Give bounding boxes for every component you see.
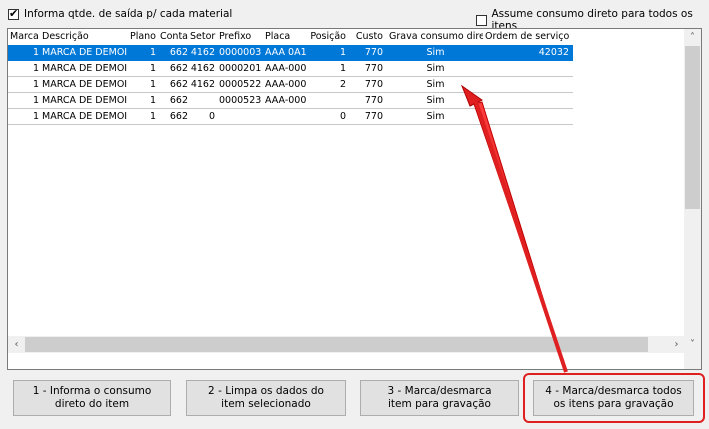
cell-posicao: 1 xyxy=(339,63,346,74)
checkbox-box[interactable]: ✔ xyxy=(8,6,19,20)
cell-conta: 662 xyxy=(169,47,188,58)
cell-plano: 1 xyxy=(149,111,156,122)
cell-ordem-servico xyxy=(484,77,570,93)
cell-posicao xyxy=(307,93,347,109)
cell-plano: 1 xyxy=(149,63,156,74)
cell-plano: 1 xyxy=(149,47,156,58)
cell-grava-consumo: Sim xyxy=(426,111,445,122)
cell-setor: 0 xyxy=(208,111,215,122)
checkbox-box[interactable] xyxy=(476,14,487,26)
cell-posicao: 2 xyxy=(339,79,346,90)
cell-custo: 770 xyxy=(364,95,383,106)
cell-marca: 1 xyxy=(32,63,39,74)
button-label-line1: 1 - Informa o consumo xyxy=(32,385,152,397)
cell-setor: 4162 xyxy=(190,63,215,74)
informa-qtde-label: Informa qtde. de saída p/ cada material xyxy=(24,8,233,20)
cell-custo: 770 xyxy=(364,79,383,90)
cell-marca: 1 xyxy=(32,47,39,58)
cell-custo: 770 xyxy=(364,63,383,74)
cell-conta: 662 xyxy=(169,63,188,74)
cell-custo: 770 xyxy=(364,111,383,122)
col-header-conta[interactable]: Conta xyxy=(158,29,189,45)
cell-custo: 770 xyxy=(364,47,383,58)
horizontal-scrollbar[interactable]: ‹ › xyxy=(8,336,685,353)
col-header-descricao[interactable]: Descrição xyxy=(41,29,127,45)
table-row[interactable]: 1MARCA DE DEMOI166241620000003AAA 0A1017… xyxy=(8,45,573,61)
button-label-line2: direto do item xyxy=(54,398,130,410)
informa-qtde-checkbox[interactable]: ✔ Informa qtde. de saída p/ cada materia… xyxy=(8,6,233,20)
grid-header-row: Marca Descrição Plano Conta Setor Prefix… xyxy=(8,29,573,45)
button-label-line1: 2 - Limpa os dados do xyxy=(208,385,324,397)
cell-ordem-servico: 42032 xyxy=(538,47,569,58)
cell-plano: 1 xyxy=(149,95,156,106)
cell-ordem-servico xyxy=(484,109,570,125)
cell-marca: 1 xyxy=(32,111,39,122)
chevron-down-icon[interactable]: ˅ xyxy=(684,336,701,353)
cell-conta: 662 xyxy=(169,79,188,90)
cell-placa: AAA 0A10 xyxy=(265,47,307,58)
table-row[interactable]: 1MARCA DE DEMOI166241620000201AAA-000217… xyxy=(8,61,573,77)
cell-setor: 4162 xyxy=(190,47,215,58)
cell-prefixo xyxy=(218,109,263,125)
col-header-prefixo[interactable]: Prefixo xyxy=(218,29,263,45)
cell-marca: 1 xyxy=(32,95,39,106)
table-row[interactable]: 1 MARCA DE DEMOI 1 662 0 0 770 Sim xyxy=(8,109,573,125)
cell-posicao: 0 xyxy=(339,111,346,122)
cell-descricao: MARCA DE DEMOI xyxy=(42,47,127,58)
col-header-plano[interactable]: Plano xyxy=(127,29,157,45)
cell-descricao: MARCA DE DEMOI xyxy=(42,95,127,106)
options-bar: ✔ Informa qtde. de saída p/ cada materia… xyxy=(0,0,709,32)
cell-grava-consumo: Sim xyxy=(426,63,445,74)
table-row[interactable]: 1MARCA DE DEMOI16620000523AAA-0006770Sim xyxy=(8,93,573,109)
cell-placa: AAA-0006 xyxy=(265,95,307,106)
items-grid[interactable]: Marca Descrição Plano Conta Setor Prefix… xyxy=(7,28,702,370)
cell-conta: 662 xyxy=(169,111,188,122)
scroll-corner xyxy=(684,352,701,369)
cell-setor: 4162 xyxy=(190,79,215,90)
cell-grava-consumo: Sim xyxy=(426,47,445,58)
vscroll-thumb[interactable] xyxy=(685,46,700,209)
hscroll-thumb[interactable] xyxy=(25,337,648,352)
cell-ordem-servico xyxy=(484,61,570,77)
col-header-placa[interactable]: Placa xyxy=(264,29,307,45)
col-header-setor[interactable]: Setor xyxy=(189,29,216,45)
cell-grava-consumo: Sim xyxy=(426,95,445,106)
col-header-grava-consumo[interactable]: Grava consumo direto xyxy=(388,29,483,45)
vertical-scrollbar[interactable]: ˄ ˅ xyxy=(684,29,701,353)
cell-placa: AAA-0005 xyxy=(265,79,307,90)
col-header-posicao[interactable]: Posição xyxy=(307,29,347,45)
annotation-highlight-box xyxy=(523,373,705,423)
cell-descricao: MARCA DE DEMOI xyxy=(42,63,127,74)
button-label-line1: 3 - Marca/desmarca xyxy=(387,385,492,397)
cell-ordem-servico xyxy=(484,93,570,109)
cell-placa: AAA-0002 xyxy=(265,63,307,74)
limpa-dados-button[interactable]: 2 - Limpa os dados do item selecionado xyxy=(186,380,346,416)
chevron-left-icon[interactable]: ‹ xyxy=(8,336,25,353)
cell-prefixo: 0000523 xyxy=(219,95,262,106)
cell-grava-consumo: Sim xyxy=(426,79,445,90)
button-label-line2: item para gravação xyxy=(388,398,491,410)
checkmark-icon: ✔ xyxy=(9,6,19,20)
cell-descricao: MARCA DE DEMOI xyxy=(42,111,127,122)
informa-consumo-button[interactable]: 1 - Informa o consumo direto do item xyxy=(13,380,171,416)
cell-posicao: 1 xyxy=(339,47,346,58)
cell-marca: 1 xyxy=(32,79,39,90)
button-label-line2: item selecionado xyxy=(221,398,311,410)
table-row[interactable]: 1MARCA DE DEMOI166241620000522AAA-000527… xyxy=(8,77,573,93)
col-header-marca[interactable]: Marca xyxy=(9,29,40,45)
cell-descricao: MARCA DE DEMOI xyxy=(42,79,127,90)
grid-body: Marca Descrição Plano Conta Setor Prefix… xyxy=(8,29,685,353)
col-header-ordem-servico[interactable]: Ordem de serviço xyxy=(484,29,570,45)
cell-prefixo: 0000201 xyxy=(219,63,262,74)
cell-placa xyxy=(264,109,307,125)
cell-prefixo: 0000522 xyxy=(219,79,262,90)
chevron-right-icon[interactable]: › xyxy=(668,336,685,353)
cell-prefixo: 0000003 xyxy=(219,47,262,58)
cell-plano: 1 xyxy=(149,79,156,90)
marca-desmarca-item-button[interactable]: 3 - Marca/desmarca item para gravação xyxy=(360,380,519,416)
cell-setor xyxy=(189,93,216,109)
col-header-custo[interactable]: Custo xyxy=(348,29,384,45)
cell-conta: 662 xyxy=(169,95,188,106)
chevron-up-icon[interactable]: ˄ xyxy=(684,29,701,46)
